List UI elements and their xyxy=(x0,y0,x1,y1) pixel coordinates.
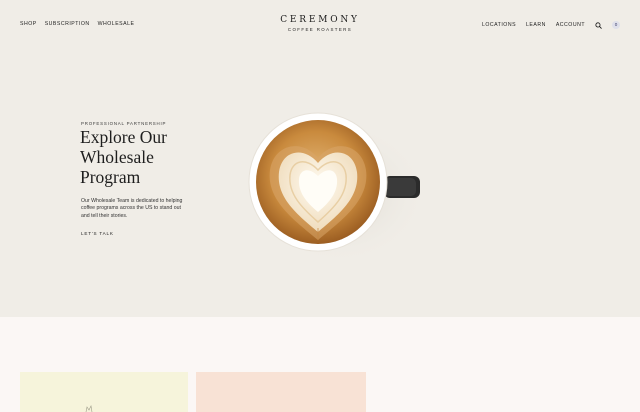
latte-cup-image xyxy=(248,112,428,265)
nav-learn[interactable]: LEARN xyxy=(526,22,546,28)
nav-locations[interactable]: LOCATIONS xyxy=(482,22,516,28)
hero-description: Our Wholesale Team is dedicated to helpi… xyxy=(81,198,183,219)
nav-wholesale[interactable]: WHOLESALE xyxy=(98,21,135,27)
nav-shop[interactable]: SHOP xyxy=(20,21,37,27)
card-image-detail xyxy=(85,405,93,412)
feature-card-yellow[interactable] xyxy=(20,372,188,412)
logo-tagline: COFFEE ROASTERS xyxy=(287,27,353,32)
nav-account[interactable]: ACCOUNT xyxy=(556,22,585,28)
logo-wordmark: CEREMONY xyxy=(280,15,360,25)
nav-subscription[interactable]: SUBSCRIPTION xyxy=(45,21,90,27)
lets-talk-link[interactable]: LET'S TALK xyxy=(81,231,114,236)
hero-title: Explore Our Wholesale Program xyxy=(80,127,167,187)
brand-logo[interactable]: CEREMONY COFFEE ROASTERS xyxy=(270,15,370,32)
feature-card-peach[interactable] xyxy=(196,372,366,412)
search-button[interactable] xyxy=(595,21,602,29)
hero-section: SHOP SUBSCRIPTION WHOLESALE CEREMONY COF… xyxy=(0,0,640,317)
hero-eyebrow: PROFESSIONAL PARTNERSHIP xyxy=(81,121,167,126)
primary-nav: SHOP SUBSCRIPTION WHOLESALE xyxy=(20,21,134,27)
search-icon xyxy=(595,21,602,29)
secondary-nav: LOCATIONS LEARN ACCOUNT 0 xyxy=(482,21,620,29)
cart-count-badge[interactable]: 0 xyxy=(612,21,620,29)
